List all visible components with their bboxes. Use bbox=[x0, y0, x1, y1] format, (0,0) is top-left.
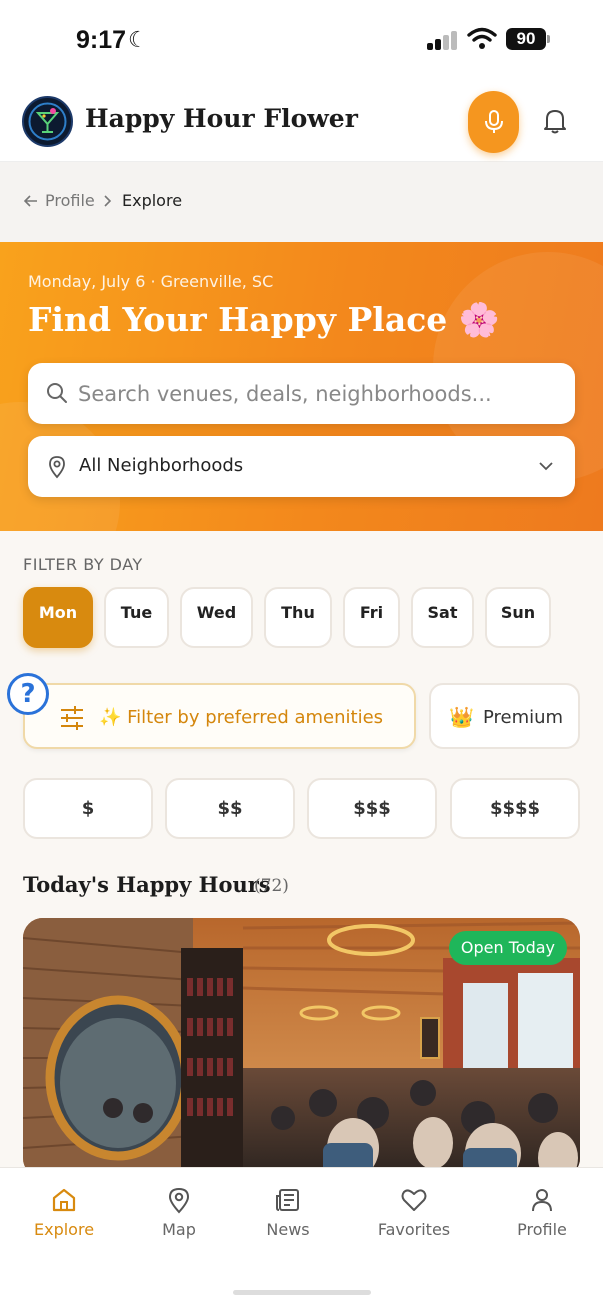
hero-banner: Monday, July 6 · Greenville, SC Find You… bbox=[0, 242, 603, 531]
search-bar[interactable] bbox=[28, 363, 575, 424]
amenities-filter-label: ✨ Filter by preferred amenities bbox=[99, 707, 384, 728]
heart-icon bbox=[401, 1189, 427, 1211]
chevron-down-icon bbox=[539, 462, 553, 471]
day-thu[interactable]: Thu bbox=[264, 587, 332, 648]
day-fri[interactable]: Fri bbox=[343, 587, 400, 648]
price-filter-4[interactable]: $$$$ bbox=[450, 778, 580, 839]
section-count: (72) bbox=[254, 876, 289, 896]
day-filter-row: Mon Tue Wed Thu Fri Sat Sun bbox=[0, 587, 603, 649]
premium-button[interactable]: 👑 Premium bbox=[429, 683, 580, 749]
map-pin-icon bbox=[49, 456, 65, 479]
open-today-badge: Open Today bbox=[448, 931, 567, 965]
moon-icon: ☾ bbox=[128, 28, 148, 53]
status-bar: 9:17 ☾ 90 bbox=[0, 0, 603, 80]
newspaper-icon bbox=[276, 1189, 299, 1211]
search-icon bbox=[47, 383, 67, 403]
search-input[interactable] bbox=[78, 363, 558, 424]
help-button[interactable]: ? bbox=[7, 673, 49, 715]
nav-favorites-label: Favorites bbox=[377, 1220, 451, 1239]
breadcrumb: Profile Explore bbox=[0, 162, 603, 242]
neighborhood-select[interactable]: All Neighborhoods bbox=[28, 436, 575, 497]
app-title: Happy Hour Flower bbox=[85, 104, 358, 133]
price-filter-2[interactable]: $$ bbox=[165, 778, 295, 839]
voice-search-button[interactable] bbox=[468, 91, 519, 153]
bottom-nav: Explore Map News Favorites Profile bbox=[0, 1167, 603, 1306]
nav-explore-label: Explore bbox=[34, 1220, 95, 1239]
wifi-icon bbox=[467, 27, 497, 49]
date-location: Monday, July 6 · Greenville, SC bbox=[28, 272, 274, 291]
nav-favorites[interactable]: Favorites bbox=[377, 1186, 451, 1239]
signal-icon bbox=[427, 30, 459, 50]
breadcrumb-profile-link[interactable]: Profile bbox=[45, 191, 95, 210]
microphone-icon bbox=[484, 110, 503, 133]
amenities-filter-button[interactable]: ✨ Filter by preferred amenities bbox=[23, 683, 416, 749]
price-filter-3[interactable]: $$$ bbox=[307, 778, 437, 839]
status-time: 9:17 bbox=[76, 26, 127, 54]
bell-icon bbox=[544, 110, 566, 134]
user-icon bbox=[532, 1189, 552, 1212]
day-wed[interactable]: Wed bbox=[180, 587, 253, 648]
nav-news-label: News bbox=[266, 1220, 310, 1239]
sliders-icon bbox=[61, 706, 83, 730]
nav-profile-label: Profile bbox=[517, 1220, 567, 1239]
crown-icon: 👑 bbox=[449, 705, 474, 729]
hero-title: Find Your Happy Place 🌸 bbox=[28, 300, 500, 339]
breadcrumb-current: Explore bbox=[122, 191, 183, 210]
home-indicator bbox=[233, 1290, 371, 1295]
price-filter-1[interactable]: $ bbox=[23, 778, 153, 839]
section-title: Today's Happy Hours bbox=[23, 872, 271, 897]
day-sat[interactable]: Sat bbox=[411, 587, 474, 648]
arrow-left-icon[interactable] bbox=[23, 193, 39, 209]
nav-map[interactable]: Map bbox=[158, 1186, 200, 1239]
day-tue[interactable]: Tue bbox=[104, 587, 169, 648]
day-mon[interactable]: Mon bbox=[23, 587, 93, 648]
app-header: Happy Hour Flower bbox=[0, 80, 603, 162]
app-logo[interactable] bbox=[22, 96, 73, 147]
chevron-right-icon bbox=[104, 195, 112, 207]
battery-tip bbox=[547, 35, 550, 43]
nav-profile[interactable]: Profile bbox=[513, 1186, 571, 1239]
home-icon bbox=[52, 1188, 76, 1212]
day-sun[interactable]: Sun bbox=[485, 587, 551, 648]
premium-label: Premium bbox=[483, 707, 564, 728]
nav-explore[interactable]: Explore bbox=[34, 1186, 94, 1239]
battery-icon: 90 bbox=[506, 28, 546, 50]
notifications-button[interactable] bbox=[540, 106, 572, 138]
nav-map-label: Map bbox=[162, 1220, 196, 1239]
nav-news[interactable]: News bbox=[262, 1186, 314, 1239]
map-pin-icon bbox=[168, 1187, 190, 1214]
venue-card[interactable]: Open Today bbox=[23, 918, 580, 1178]
neighborhood-selected: All Neighborhoods bbox=[79, 455, 244, 476]
filter-by-day-label: FILTER BY DAY bbox=[23, 555, 143, 574]
